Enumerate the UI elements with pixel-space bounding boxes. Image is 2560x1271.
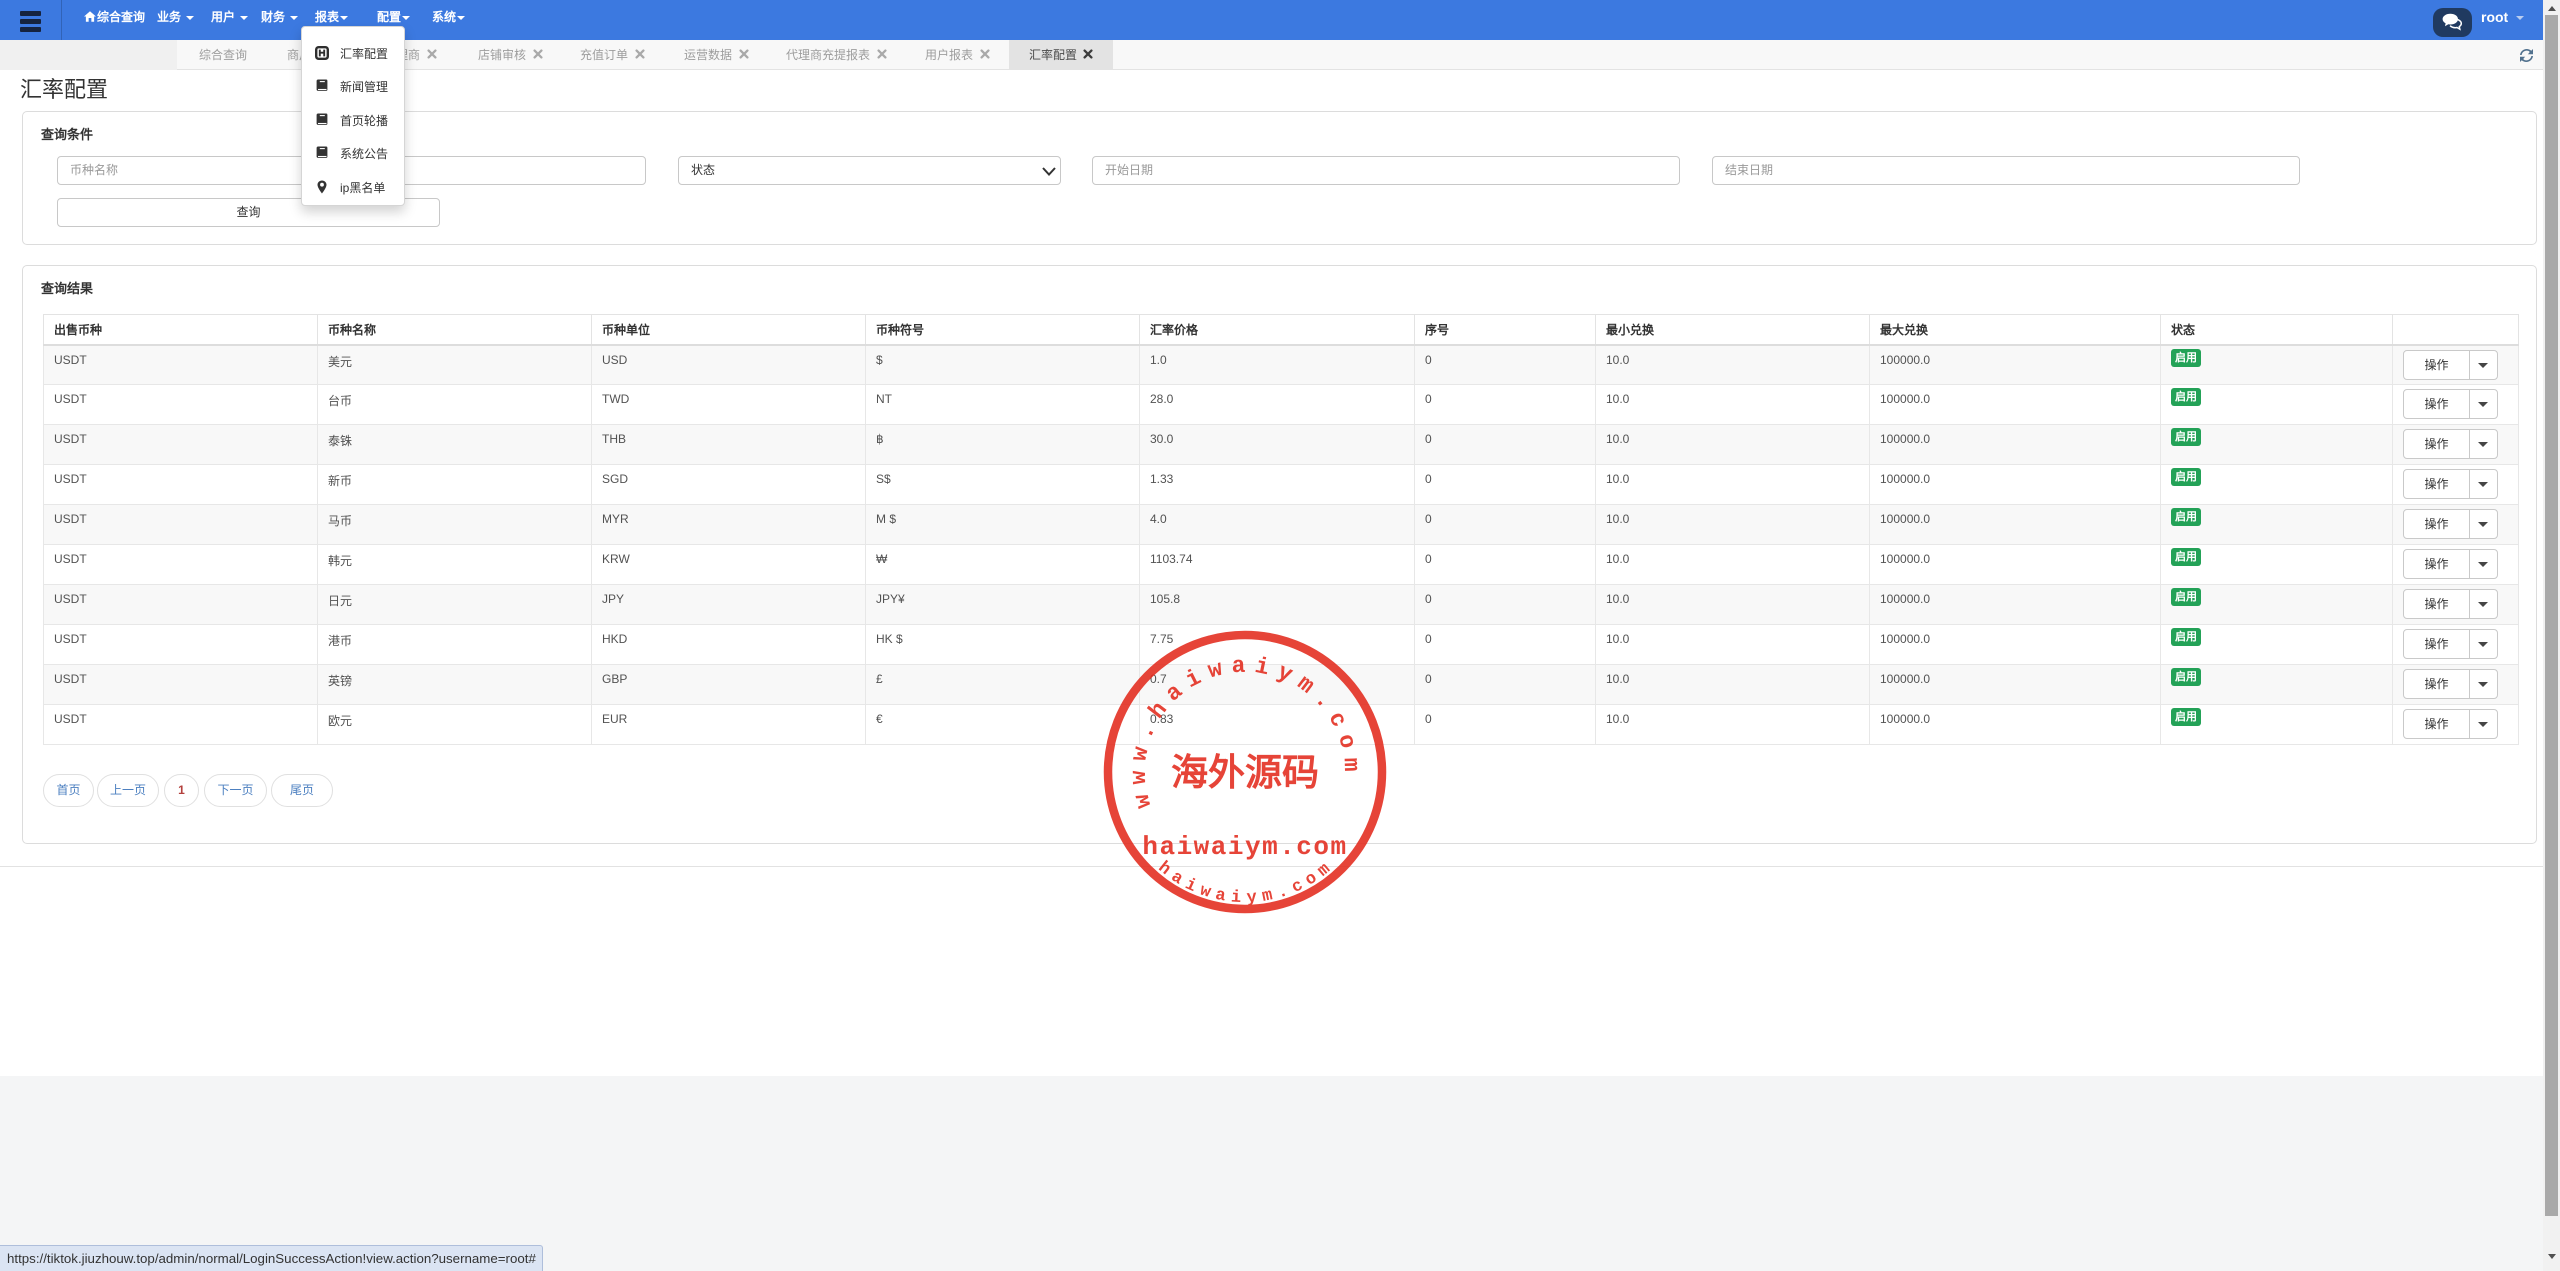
svg-text:haiwaiym.com: haiwaiym.com (1154, 856, 1339, 908)
svg-text:haiwaiym.com: haiwaiym.com (1142, 832, 1347, 862)
svg-text:海外源码: 海外源码 (1171, 752, 1319, 794)
